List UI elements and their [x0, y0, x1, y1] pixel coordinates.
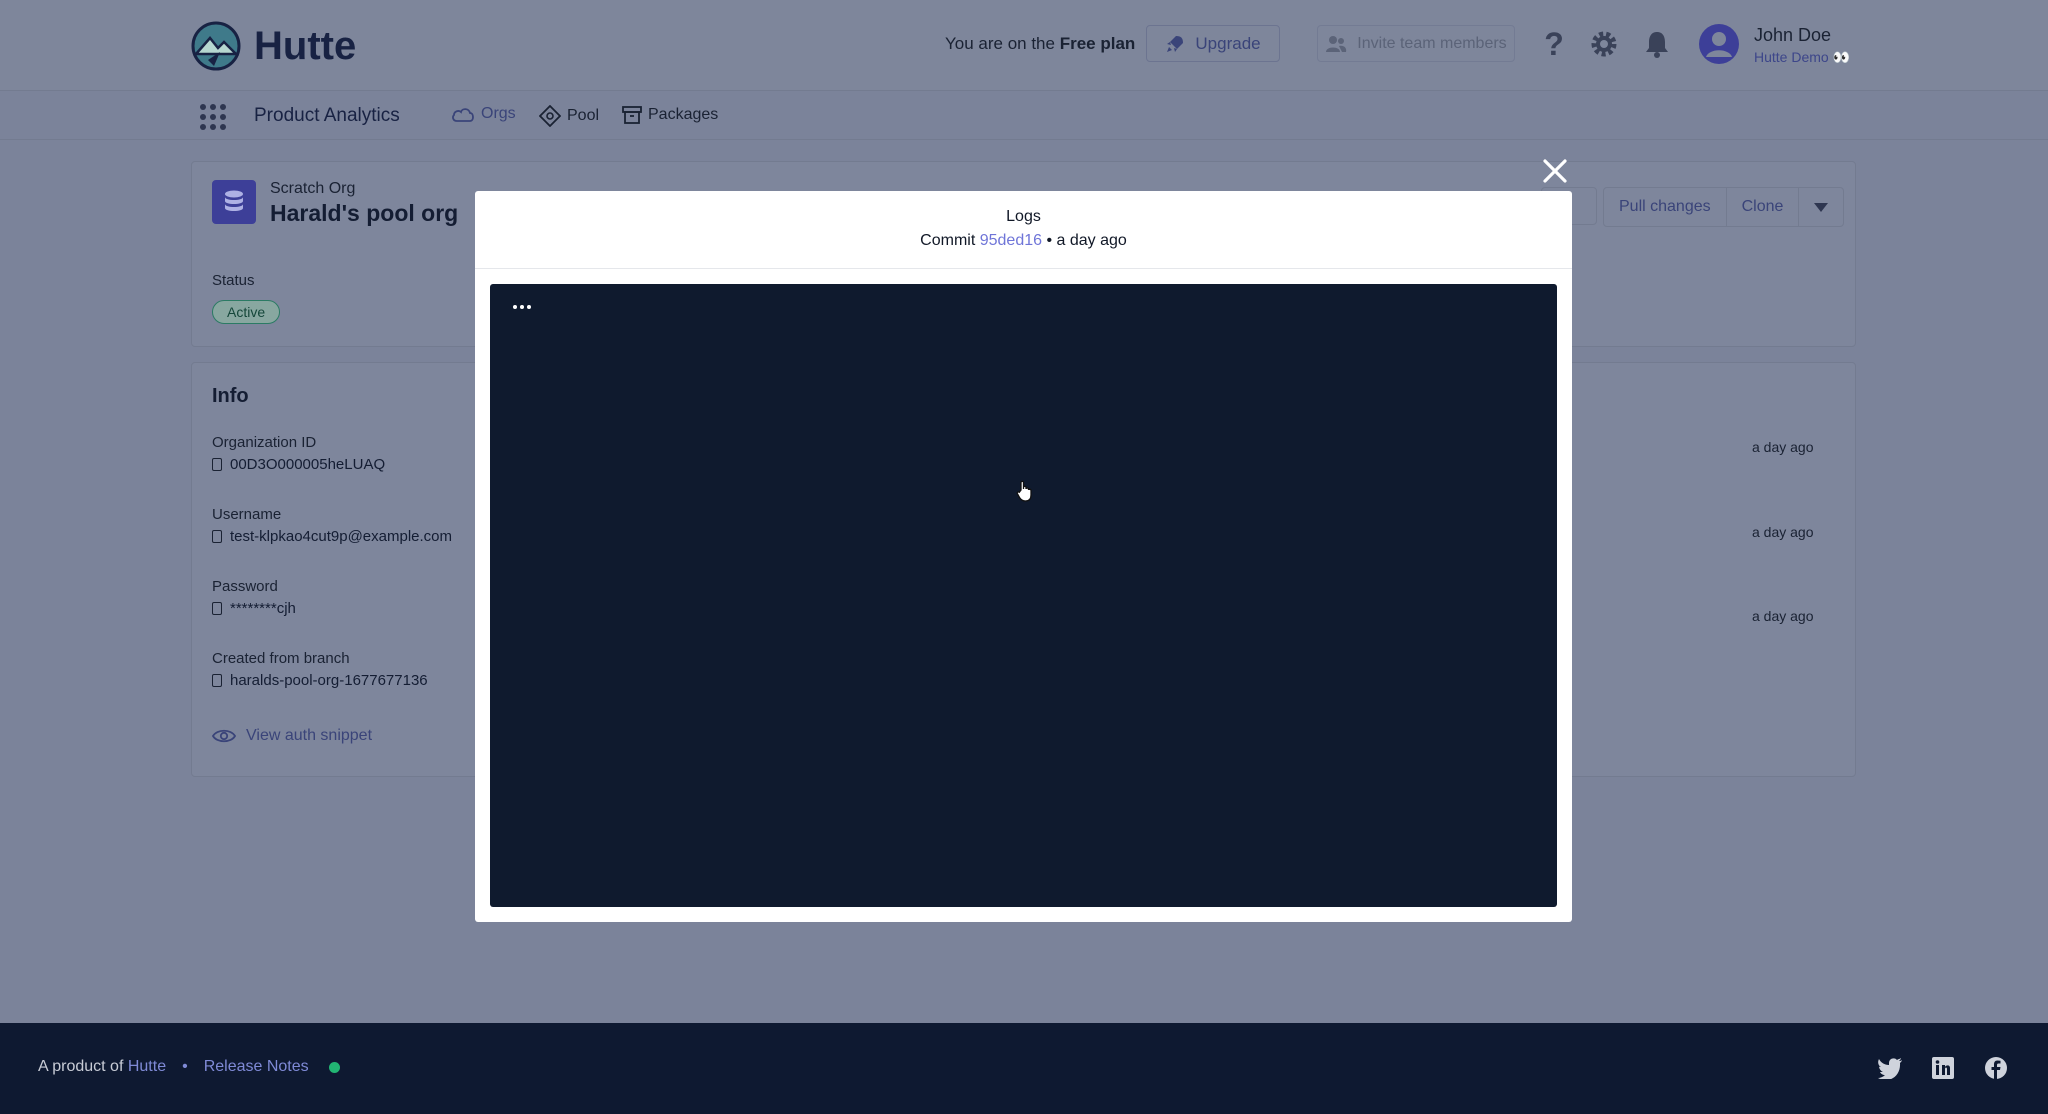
log-output-panel[interactable]	[490, 284, 1557, 907]
org-id-label: Organization ID	[212, 434, 317, 451]
org-id-value[interactable]: 00D3O000005heLUAQ	[212, 456, 385, 473]
footer-links: A product of Hutte • Release Notes	[38, 1058, 340, 1076]
nav-item-pool[interactable]: Pool	[539, 105, 599, 127]
plan-prefix: You are on the	[945, 34, 1055, 53]
more-actions-button[interactable]	[1799, 188, 1843, 226]
cloud-icon	[452, 108, 474, 122]
footer-hutte-link[interactable]: Hutte	[128, 1058, 166, 1075]
user-org[interactable]: Hutte Demo 👀	[1754, 49, 1850, 66]
bell-icon[interactable]	[1640, 27, 1674, 61]
view-auth-snippet-link[interactable]: View auth snippet	[212, 727, 372, 745]
plan-indicator: You are on the Free plan	[945, 34, 1135, 54]
gear-icon[interactable]	[1587, 27, 1621, 61]
status-label: Status	[212, 272, 255, 289]
system-status-dot[interactable]	[328, 1061, 340, 1073]
modal-title: Logs	[1006, 208, 1041, 225]
close-modal-button[interactable]	[1538, 154, 1572, 188]
brand-name: Hutte	[254, 23, 357, 68]
eye-icon	[212, 729, 236, 743]
clipboard-icon[interactable]	[212, 458, 222, 471]
modal-commit-info: Commit 95ded16 • a day ago	[475, 232, 1572, 250]
password-value[interactable]: ********cjh	[212, 600, 296, 617]
footer-product-prefix: A product of	[38, 1058, 124, 1075]
loading-ellipsis-icon	[513, 305, 531, 309]
status-badge: Active	[212, 300, 281, 324]
help-icon[interactable]: ?	[1537, 26, 1571, 62]
brand-logo[interactable]: Hutte	[190, 20, 356, 72]
org-actions: Pull changes Clone	[1603, 187, 1845, 227]
nav-item-orgs[interactable]: Orgs	[451, 105, 516, 123]
nav-item-label: Pool	[567, 107, 600, 124]
avatar[interactable]	[1699, 24, 1739, 69]
clone-button[interactable]: Clone	[1727, 188, 1800, 226]
timestamp: a day ago	[1752, 608, 1814, 624]
database-icon	[212, 180, 256, 224]
footer-separator: •	[182, 1058, 188, 1075]
auth-link-label: View auth snippet	[246, 727, 373, 744]
user-name[interactable]: John Doe	[1754, 25, 1831, 46]
branch-text: haralds-pool-org-1677677136	[230, 672, 428, 689]
org-id-text: 00D3O000005heLUAQ	[230, 456, 386, 473]
rocket-icon	[1167, 35, 1184, 52]
username-label: Username	[212, 506, 282, 523]
timestamp: a day ago	[1752, 524, 1814, 540]
username-value[interactable]: test-klpkao4cut9p@example.com	[212, 528, 452, 545]
project-name[interactable]: Product Analytics	[254, 105, 400, 127]
upgrade-button[interactable]: Upgrade	[1146, 25, 1280, 62]
clipboard-icon[interactable]	[212, 674, 222, 687]
caret-down-icon	[1814, 202, 1829, 212]
upgrade-label: Upgrade	[1195, 33, 1261, 53]
nav-item-packages[interactable]: Packages	[622, 105, 718, 125]
clipboard-icon[interactable]	[212, 530, 222, 543]
password-label: Password	[212, 578, 278, 595]
pull-changes-button[interactable]: Pull changes	[1604, 188, 1727, 226]
linkedin-icon[interactable]	[1929, 1054, 1957, 1082]
page-title: Harald's pool org	[270, 200, 459, 226]
close-icon	[1543, 159, 1567, 183]
info-title: Info	[212, 385, 249, 407]
package-icon	[622, 106, 642, 124]
clipboard-icon[interactable]	[212, 602, 222, 615]
users-icon	[1326, 35, 1347, 52]
plan-name: Free plan	[1059, 34, 1136, 53]
timestamp: a day ago	[1752, 439, 1814, 455]
user-avatar-icon	[1699, 24, 1739, 64]
twitter-icon[interactable]	[1876, 1054, 1904, 1082]
invite-team-members-button[interactable]: Invite team members	[1317, 25, 1515, 62]
org-type: Scratch Org	[270, 180, 356, 197]
branch-value[interactable]: haralds-pool-org-1677677136	[212, 672, 428, 689]
modal-divider	[475, 268, 1572, 269]
hand-cursor-icon	[1016, 480, 1034, 507]
commit-hash-link[interactable]: 95ded16	[980, 232, 1042, 249]
invite-label: Invite team members	[1357, 34, 1507, 52]
branch-label: Created from branch	[212, 650, 350, 667]
commit-time: • a day ago	[1046, 232, 1127, 249]
release-notes-link[interactable]: Release Notes	[204, 1058, 309, 1076]
nav-item-label: Orgs	[481, 105, 516, 122]
pool-icon	[539, 105, 561, 127]
username-text: test-klpkao4cut9p@example.com	[230, 528, 452, 545]
hutte-logo-icon	[191, 21, 241, 71]
facebook-icon[interactable]	[1982, 1054, 2010, 1082]
commit-prefix: Commit	[920, 232, 976, 249]
password-text: ********cjh	[230, 600, 296, 617]
nav-item-label: Packages	[648, 106, 719, 123]
app-switcher-grid-icon[interactable]	[200, 104, 226, 130]
